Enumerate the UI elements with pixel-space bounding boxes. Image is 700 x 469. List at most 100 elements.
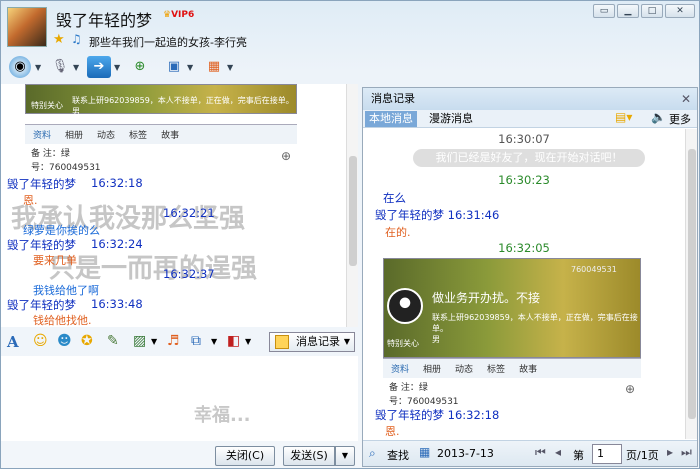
chevron-down-icon[interactable]: ▼ xyxy=(245,337,251,346)
first-page-icon[interactable]: ⏮ xyxy=(535,445,546,460)
history-message-text: 在么 xyxy=(383,191,406,205)
vip-level: VIP6 xyxy=(171,10,195,20)
chat-window: 毁了年轻的梦 ♛VIP6 ★ ♫ 那些年我们一起追的女孩-李行亮 ▭ ▁ □ ✕… xyxy=(0,0,700,469)
contact-nickname: 毁了年轻的梦 xyxy=(56,11,153,30)
card-tab[interactable]: 相册 xyxy=(65,128,83,141)
close-window-button[interactable]: ✕ xyxy=(665,4,695,18)
chevron-down-icon[interactable]: ▼ xyxy=(35,63,41,72)
card-title: 做业务开办扰。不接 xyxy=(432,291,541,305)
history-footer: ⌕ 查找 ▦ 2013-7-13 ⏮ ◂ 第 1 页/1页 ▸ ⏭ xyxy=(363,440,697,466)
chevron-down-icon[interactable]: ▼ xyxy=(73,63,79,72)
contact-signature: 那些年我们一起追的女孩-李行亮 xyxy=(89,36,247,49)
scrollbar-thumb[interactable] xyxy=(688,149,696,419)
vip-emoji-icon[interactable]: ☻ xyxy=(57,333,72,349)
history-panel-header: 消息记录 ✕ xyxy=(363,88,697,110)
chat-scrollbar[interactable] xyxy=(346,84,358,327)
search-icon[interactable]: ⌕ xyxy=(369,446,376,461)
minimize-button[interactable]: ▁ xyxy=(617,4,639,18)
history-panel: 消息记录 ✕ 本地消息 漫游消息 ▤▾ 🔈 更多 16:30:07 我们已经是好… xyxy=(362,87,698,467)
zoom-icon[interactable]: ⊕ xyxy=(281,149,291,163)
calendar-icon[interactable]: ▦ xyxy=(419,445,430,459)
card-tab[interactable]: 标签 xyxy=(487,362,505,375)
history-button-label: 消息记录 xyxy=(296,335,340,348)
maximize-button[interactable]: □ xyxy=(641,4,663,18)
emoji-icon[interactable]: ☺ xyxy=(33,333,48,349)
image-icon[interactable]: ▨ xyxy=(133,333,146,349)
find-button[interactable]: 查找 xyxy=(387,447,409,463)
music-icon[interactable]: ♬ xyxy=(167,333,180,349)
tab-roaming-messages[interactable]: 漫游消息 xyxy=(425,111,477,127)
page-number-input[interactable]: 1 xyxy=(592,444,622,464)
chevron-down-icon: ▼ xyxy=(343,337,350,346)
card-tab[interactable]: 故事 xyxy=(519,362,537,375)
history-transcript: 16:30:07 我们已经是好友了，现在开始对话吧！ 16:30:23 在么 毁… xyxy=(363,129,685,439)
last-page-icon[interactable]: ⏭ xyxy=(681,445,692,460)
message-text: 绿萝是你挨的么 xyxy=(23,224,100,237)
chevron-down-icon[interactable]: ▼ xyxy=(211,337,217,346)
close-button[interactable]: 关闭(C) xyxy=(215,446,275,466)
card-tab[interactable]: 资料 xyxy=(33,128,51,141)
card-info: 备 注：绿 号：760049531 ⊕ xyxy=(25,145,297,175)
video-call-icon[interactable]: ◉ xyxy=(9,56,31,78)
message-time: 16:33:48 xyxy=(91,297,143,311)
watermark-line: 只是一而再的逞强 xyxy=(49,254,258,284)
card-tab[interactable]: 动态 xyxy=(455,362,473,375)
font-icon[interactable]: A xyxy=(7,333,19,351)
input-watermark: 幸福... xyxy=(194,405,251,426)
card-tab[interactable]: 故事 xyxy=(161,128,179,141)
export-icon[interactable]: ▤▾ xyxy=(615,110,632,124)
create-discussion-icon[interactable]: ⊕ xyxy=(129,56,151,78)
card-tab[interactable]: 动态 xyxy=(97,128,115,141)
music-note-icon[interactable]: ♫ xyxy=(71,32,82,46)
avatar[interactable] xyxy=(7,7,47,47)
vip-badge[interactable]: ♛VIP6 xyxy=(163,10,194,20)
card-number: 760049531 xyxy=(571,265,617,274)
more-button[interactable]: 更多 xyxy=(669,111,691,127)
message-sender: 毁了年轻的梦 xyxy=(7,238,76,252)
card-special-label: 特别关心 xyxy=(31,101,63,110)
message-time: 16:32:18 xyxy=(91,176,143,190)
zoom-icon[interactable]: ⊕ xyxy=(625,382,635,396)
history-scrollbar[interactable] xyxy=(685,129,697,439)
apps-icon[interactable]: ▦ xyxy=(203,56,225,78)
send-options-button[interactable]: ▼ xyxy=(335,446,355,466)
date-picker[interactable]: 2013-7-13 xyxy=(437,447,494,460)
next-page-icon[interactable]: ▸ xyxy=(667,445,673,459)
skin-button[interactable]: ▭ xyxy=(593,4,615,18)
tab-local-messages[interactable]: 本地消息 xyxy=(365,111,417,127)
close-panel-button[interactable]: ✕ xyxy=(681,88,691,110)
message-history-button[interactable]: 消息记录 ▼ xyxy=(269,332,355,352)
chevron-down-icon[interactable]: ▼ xyxy=(187,63,193,72)
star-icon[interactable]: ★ xyxy=(53,32,65,47)
history-time: 16:32:05 xyxy=(498,241,550,255)
message-time: 16:32:21 xyxy=(163,206,215,220)
card-tab[interactable]: 标签 xyxy=(129,128,147,141)
history-panel-title: 消息记录 xyxy=(371,92,415,105)
send-button[interactable]: 发送(S) xyxy=(283,446,335,466)
card-tab[interactable]: 相册 xyxy=(423,362,441,375)
chat-transcript: 联系上研962039859，本人不接单，正在做，完事后在接单。 男 特别关心 资… xyxy=(1,84,358,327)
chevron-down-icon[interactable]: ▼ xyxy=(114,63,120,72)
history-time: 16:30:23 xyxy=(498,173,550,187)
magic-emoji-icon[interactable]: ✪ xyxy=(81,333,93,349)
history-sender: 毁了年轻的梦 16:32:18 xyxy=(375,408,500,422)
message-input[interactable]: 幸福... xyxy=(1,356,358,441)
card-gender: 男 xyxy=(432,335,440,344)
chevron-down-icon[interactable]: ▼ xyxy=(151,337,157,346)
chevron-down-icon[interactable]: ▼ xyxy=(227,63,233,72)
card-contact-line: 联系上研962039859，本人不接单，正在做，完事后在接单。 xyxy=(432,313,638,333)
prev-page-icon[interactable]: ◂ xyxy=(555,445,561,459)
send-file-icon[interactable]: ➔ xyxy=(87,56,111,78)
speaker-icon[interactable]: 🔈 xyxy=(651,110,666,124)
scribble-icon[interactable]: ✎ xyxy=(107,333,119,349)
microphone-icon[interactable]: 🎙 xyxy=(49,56,71,78)
history-message-text: 恩. xyxy=(385,425,400,438)
card-tab[interactable]: 资料 xyxy=(391,362,409,375)
scrollbar-thumb[interactable] xyxy=(349,156,357,266)
screenshot-icon[interactable]: ⧉ xyxy=(191,333,201,349)
remote-desktop-icon[interactable]: ▣ xyxy=(163,56,185,78)
gift-icon[interactable]: ◧ xyxy=(227,333,240,349)
page-suffix: 页/1页 xyxy=(626,449,659,462)
history-time: 16:30:07 xyxy=(498,132,550,146)
penguin-avatar[interactable] xyxy=(387,288,423,324)
